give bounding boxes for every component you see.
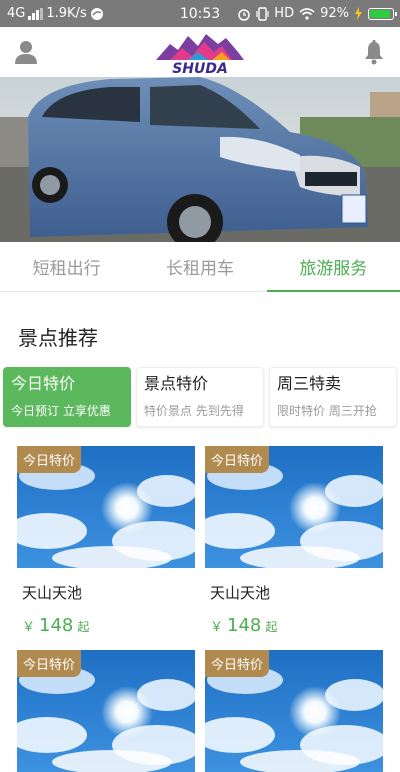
- hd-indicator: HD: [274, 6, 295, 21]
- promo-title: 景点特价: [144, 374, 209, 393]
- tab-short-rental[interactable]: 短租出行: [0, 242, 133, 291]
- attraction-card[interactable]: 今日特价 天山天池 ￥ 148 起: [205, 446, 383, 636]
- battery-percent: 92%: [320, 6, 349, 21]
- price-unit: 起: [77, 620, 90, 634]
- promo-subtitle: 限时特价 周三开抢: [277, 404, 377, 418]
- promo-subtitle: 特价景点 先到先得: [144, 404, 244, 418]
- logo-text: SHUDA: [172, 61, 228, 76]
- attraction-image: 今日特价: [17, 446, 195, 568]
- alarm-icon: [238, 8, 251, 21]
- bell-icon[interactable]: [361, 39, 387, 65]
- attraction-price: ￥ 148 起: [17, 615, 195, 636]
- price-value: 148: [39, 615, 74, 636]
- price-currency: ￥: [210, 620, 224, 635]
- promo-attraction-special[interactable]: 景点特价 特价景点 先到先得: [136, 367, 264, 427]
- price-unit: 起: [265, 620, 278, 634]
- service-tabs: 短租出行 长租用车 旅游服务: [0, 242, 400, 292]
- attraction-price: ￥ 148 起: [205, 615, 383, 636]
- tab-travel-service[interactable]: 旅游服务: [266, 242, 400, 292]
- wifi-icon: [299, 8, 315, 20]
- tab-label: 短租出行: [32, 259, 101, 279]
- car-image: [0, 77, 400, 242]
- special-tag: 今日特价: [205, 446, 270, 473]
- attraction-name: 天山天池: [22, 584, 83, 602]
- attraction-image: 今日特价: [17, 650, 195, 772]
- price-currency: ￥: [22, 620, 36, 635]
- promo-title: 周三特卖: [277, 374, 342, 393]
- user-icon[interactable]: [13, 39, 39, 65]
- charging-icon: [355, 7, 362, 20]
- attraction-image: 今日特价: [205, 650, 383, 772]
- attraction-card[interactable]: 今日特价: [205, 650, 383, 772]
- battery-icon: [368, 7, 397, 20]
- app-logo: SHUDA: [156, 34, 244, 76]
- special-tag: 今日特价: [205, 650, 270, 677]
- special-tag: 今日特价: [17, 446, 82, 473]
- tab-long-rental[interactable]: 长租用车: [133, 242, 266, 291]
- price-value: 148: [227, 615, 262, 636]
- promo-tabs: 今日特价 今日预订 立享优惠 景点特价 特价景点 先到先得 周三特卖 限时特价 …: [3, 367, 397, 427]
- status-bar: 4G 1.9K/s 10:53 HD 92%: [0, 0, 400, 27]
- vibrate-icon: [256, 6, 269, 21]
- promo-subtitle: 今日预订 立享优惠: [11, 404, 111, 418]
- tab-label: 旅游服务: [299, 259, 368, 279]
- hero-banner[interactable]: [0, 77, 400, 242]
- section-title: 景点推荐: [18, 326, 98, 350]
- special-tag: 今日特价: [17, 650, 82, 677]
- attraction-card[interactable]: 今日特价: [17, 650, 195, 772]
- attraction-name: 天山天池: [210, 584, 271, 602]
- promo-title: 今日特价: [11, 374, 76, 393]
- promo-wednesday-sale[interactable]: 周三特卖 限时特价 周三开抢: [269, 367, 397, 427]
- tab-label: 长租用车: [165, 259, 234, 279]
- attraction-image: 今日特价: [205, 446, 383, 568]
- promo-today-special[interactable]: 今日特价 今日预订 立享优惠: [3, 367, 131, 427]
- attraction-card[interactable]: 今日特价 天山天池 ￥ 148 起: [17, 446, 195, 636]
